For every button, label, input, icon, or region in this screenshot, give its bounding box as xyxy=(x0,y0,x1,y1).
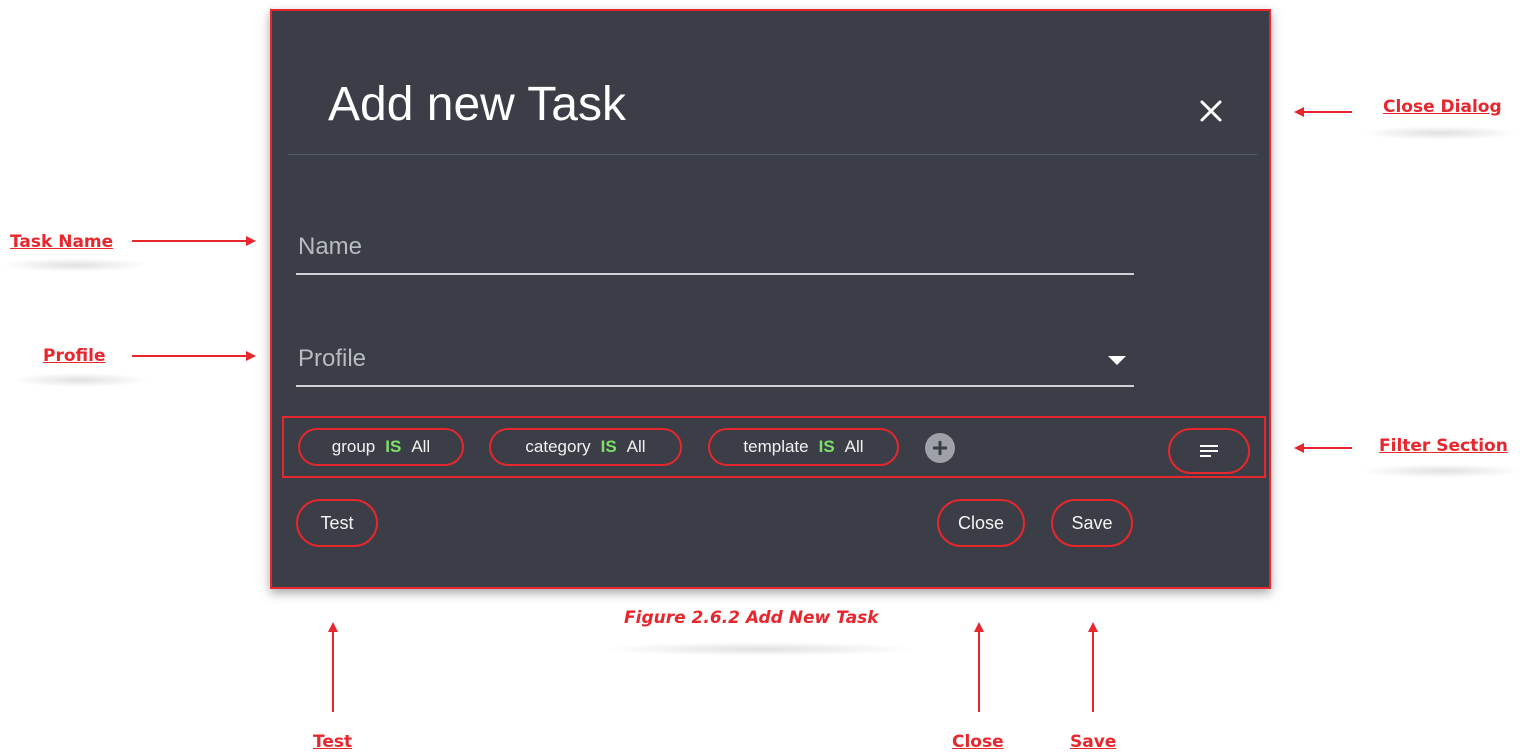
filter-chip-category[interactable]: category IS All xyxy=(489,428,682,466)
filter-chip-value: All xyxy=(626,437,646,456)
annotation-task-name: Task Name xyxy=(10,232,114,252)
annotation-filter-section: Filter Section xyxy=(1379,436,1508,456)
close-button[interactable]: Close xyxy=(937,499,1025,547)
task-name-placeholder: Name xyxy=(298,233,363,260)
close-icon[interactable] xyxy=(1196,96,1226,126)
plus-circle-icon[interactable] xyxy=(925,433,955,463)
annotation-shadow xyxy=(600,642,920,656)
filter-section: group IS All category IS All template IS… xyxy=(282,416,1266,478)
sort-lines-icon xyxy=(1200,445,1218,457)
annotation-shadow xyxy=(1360,464,1525,478)
dialog-title: Add new Task xyxy=(328,78,626,131)
filter-chip-operator: IS xyxy=(385,437,402,456)
filter-chip-operator: IS xyxy=(818,437,835,456)
annotation-close: Close xyxy=(952,732,1004,752)
chevron-down-icon[interactable] xyxy=(1108,356,1126,365)
test-button[interactable]: Test xyxy=(296,499,378,547)
annotation-shadow xyxy=(1360,126,1520,140)
task-name-input[interactable]: Name xyxy=(296,229,1134,275)
add-task-dialog: Add new Task Name Profile group IS All c… xyxy=(270,9,1271,589)
annotation-save: Save xyxy=(1070,732,1117,752)
annotation-shadow xyxy=(10,373,150,387)
filter-chip-operator: IS xyxy=(600,437,617,456)
sort-button[interactable] xyxy=(1168,428,1250,474)
annotation-profile: Profile xyxy=(43,346,106,366)
annotation-test: Test xyxy=(313,732,353,752)
save-button[interactable]: Save xyxy=(1051,499,1133,547)
figure-caption: Figure 2.6.2 Add New Task xyxy=(624,608,879,628)
filter-chip-group[interactable]: group IS All xyxy=(298,428,464,466)
filter-chip-value: All xyxy=(411,437,431,456)
filter-chip-field: template xyxy=(743,437,809,456)
profile-placeholder: Profile xyxy=(298,345,367,372)
annotation-close-dialog: Close Dialog xyxy=(1383,97,1502,117)
filter-chip-field: category xyxy=(525,437,591,456)
annotation-shadow xyxy=(0,258,150,272)
title-divider xyxy=(288,154,1257,155)
filter-chip-template[interactable]: template IS All xyxy=(708,428,899,466)
filter-chip-field: group xyxy=(331,437,376,456)
filter-chip-value: All xyxy=(844,437,864,456)
profile-select[interactable]: Profile xyxy=(296,341,1134,387)
